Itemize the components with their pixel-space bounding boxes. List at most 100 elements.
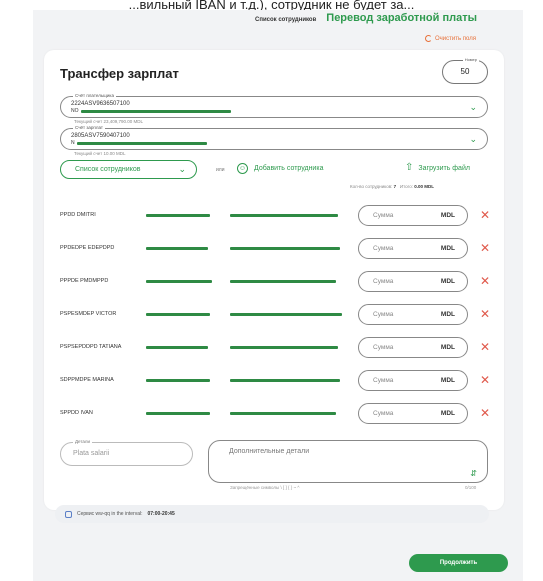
amount-placeholder: Сумма [373,212,394,219]
amount-input[interactable]: Сумма MDL [358,403,468,424]
add-employee-button[interactable]: ☺ Добавить сотрудника [237,163,323,174]
redacted-bar [146,313,210,316]
chevron-down-icon: ⌄ [178,164,186,174]
payer-account-number: 2224ASV9636507100 [71,101,130,107]
salary-account-select[interactable]: Счёт зарплат 2805ASV7590407100 N ⌄ [60,125,488,150]
amount-input[interactable]: Сумма MDL [358,370,468,391]
upload-file-button[interactable]: ⇧ Загрузить файл [405,163,470,173]
redacted-bar [230,247,340,250]
refresh-icon [425,35,432,42]
employee-row: SPPDD IVAN Сумма MDL ✕ [60,403,498,424]
delete-icon[interactable]: ✕ [480,406,490,420]
info-icon [65,510,72,518]
amount-placeholder: Сумма [373,410,394,417]
employee-name: SPPDD IVAN [60,410,93,416]
total-label: Итого: [399,184,413,189]
info-text: Сервис ww-qq in the interval: [77,511,143,517]
payer-account-balance: Текущий счет 23,409,790.00 MDL [74,119,143,124]
employee-row: PPDD DMITRI Сумма MDL ✕ [60,205,498,226]
upload-icon: ⇧ [405,162,414,173]
amount-input[interactable]: Сумма MDL [358,337,468,358]
redacted-bar [76,141,207,145]
char-counter: 0/100 [465,485,477,490]
redacted-bar [230,280,336,283]
additional-details-textarea[interactable]: Дополнительные детали ⇵ [208,440,488,483]
payer-account-prefix: NO [71,108,79,114]
clear-fields-link[interactable]: Очистить поля [425,35,476,42]
delete-icon[interactable]: ✕ [480,208,490,222]
redacted-bar [230,313,342,316]
upload-file-label: Загрузить файл [418,164,470,172]
currency-label: MDL [440,245,455,252]
count-label: Кол-во сотрудников: [350,184,393,189]
details-value: Plata salarii [73,450,110,457]
payer-account-label: Счёт плательщика [73,93,116,98]
amount-input[interactable]: Сумма MDL [358,238,468,259]
delete-icon[interactable]: ✕ [480,340,490,354]
salary-account-number: 2805ASV7590407100 [71,133,130,139]
number-field[interactable]: Номер 50 [442,57,488,84]
payer-account-name: NO [71,108,231,114]
delete-icon[interactable]: ✕ [480,373,490,387]
salary-account-balance: Текущий счет 10.00 MDL [74,151,126,156]
add-employee-label: Добавить сотрудника [254,165,324,172]
details-label: Детали [73,439,93,444]
chevron-down-icon: ⌄ [469,102,477,112]
chevron-down-icon: ⌄ [469,134,477,144]
amount-placeholder: Сумма [373,311,394,318]
delete-icon[interactable]: ✕ [480,274,490,288]
amount-input[interactable]: Сумма MDL [358,304,468,325]
summary-row: Кол-во сотрудников: 7 Итого: 0.00 MDL [350,184,434,189]
salary-account-name: N [71,140,207,146]
info-bar: Сервис ww-qq in the interval: 07:00-20:4… [55,505,489,523]
info-time: 07:00-20:45 [147,511,175,517]
employee-name: PPDD DMITRI [60,212,96,218]
employee-name: PPPDE PMDMPPD [60,278,109,284]
payer-account-select[interactable]: Счёт плательщика 2224ASV9636507100 NO ⌄ [60,93,488,118]
redacted-bar [230,346,338,349]
delete-icon[interactable]: ✕ [480,307,490,321]
currency-label: MDL [440,344,455,351]
redacted-bar [146,280,212,283]
details-input[interactable]: Детали Plata salarii [60,439,193,466]
continue-button[interactable]: Продолжить [409,554,508,572]
employee-name: PSPSEPDDPD TATIANA [60,344,122,350]
salary-account-label: Счёт зарплат [73,125,105,130]
amount-placeholder: Сумма [373,278,394,285]
redacted-bar [146,247,208,250]
header-tabs: Список сотрудников Перевод заработной пл… [255,12,477,24]
amount-placeholder: Сумма [373,344,394,351]
redacted-bar [230,412,336,415]
redacted-bar [146,214,210,217]
currency-label: MDL [440,278,455,285]
total-value: 0.00 MDL [414,184,434,189]
tab-employee-list[interactable]: Список сотрудников [255,17,316,23]
clear-fields-label: Очистить поля [435,35,476,42]
employee-list-dropdown[interactable]: Список сотрудников ⌄ [60,160,197,179]
currency-label: MDL [440,212,455,219]
count-value: 7 [393,184,397,189]
top-caption-text: ...вильный IBAN и т.д.), сотрудник не бу… [128,0,415,10]
number-label: Номер [462,57,479,62]
currency-label: MDL [440,410,455,417]
employee-list-label: Список сотрудников [75,166,141,173]
form-title: Трансфер зарплат [60,66,179,81]
tab-salary-transfer[interactable]: Перевод заработной платы [326,12,477,24]
employee-row: PPDEDPE EDEPDPD Сумма MDL ✕ [60,238,498,259]
redacted-bar [146,346,208,349]
employee-row: PSPESMDEP VICTOR Сумма MDL ✕ [60,304,498,325]
salary-account-prefix: N [71,140,75,146]
redacted-bar [80,109,231,113]
plus-icon[interactable]: ⇵ [470,469,477,478]
employee-row: SDPPMDPE MARINA Сумма MDL ✕ [60,370,498,391]
delete-icon[interactable]: ✕ [480,241,490,255]
amount-input[interactable]: Сумма MDL [358,271,468,292]
employee-name: PSPESMDEP VICTOR [60,311,117,317]
amount-placeholder: Сумма [373,245,394,252]
redacted-bar [230,214,338,217]
redacted-bar [146,412,210,415]
redacted-bar [230,379,340,382]
amount-input[interactable]: Сумма MDL [358,205,468,226]
currency-label: MDL [440,311,455,318]
employee-row: PPPDE PMDMPPD Сумма MDL ✕ [60,271,498,292]
